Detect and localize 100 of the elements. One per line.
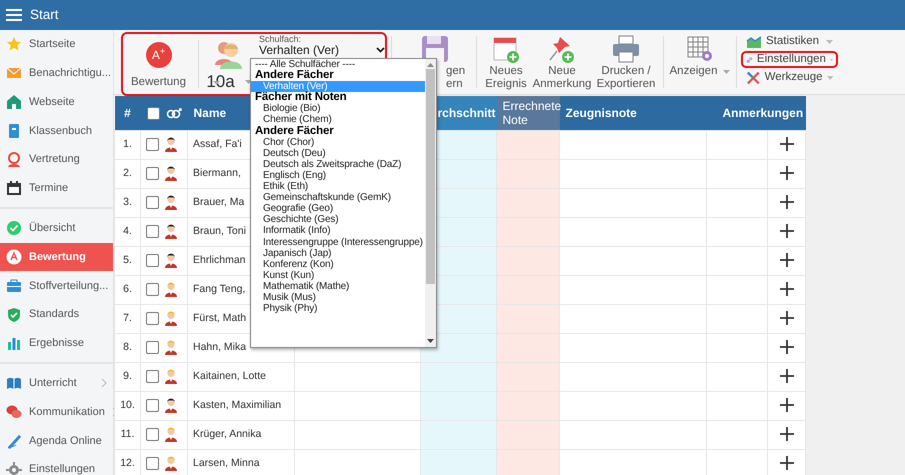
add-note-button[interactable] bbox=[780, 166, 794, 180]
add-note-button[interactable] bbox=[780, 224, 794, 238]
dropdown-option[interactable]: ---- Alle Schulfächer ---- bbox=[251, 59, 425, 70]
sidebar-item[interactable]: Übersicht bbox=[0, 214, 113, 243]
male-student-icon bbox=[165, 397, 177, 414]
people-icon bbox=[213, 39, 245, 69]
add-note-button[interactable] bbox=[780, 398, 794, 412]
row-number: 11. bbox=[114, 420, 140, 449]
female-student-icon bbox=[165, 281, 177, 298]
caret-down-icon bbox=[723, 70, 730, 74]
area-chart-icon bbox=[746, 34, 762, 50]
plus-icon bbox=[780, 136, 794, 151]
scrollbar-thumb[interactable] bbox=[426, 69, 435, 284]
printer-icon bbox=[612, 35, 640, 63]
person-icon bbox=[6, 152, 22, 168]
sidebar-item[interactable]: Unterricht bbox=[0, 368, 113, 398]
page-title: Start bbox=[30, 6, 59, 24]
row-checkbox[interactable] bbox=[146, 138, 159, 151]
add-note-button[interactable] bbox=[780, 310, 794, 325]
grid-icon bbox=[686, 35, 714, 63]
row-checkbox[interactable] bbox=[146, 456, 159, 470]
sidebar-item[interactable]: Klassenbuch bbox=[0, 116, 113, 146]
row-checkbox[interactable] bbox=[146, 340, 159, 354]
student-name: Krüger, Annika bbox=[188, 420, 294, 449]
plus-icon bbox=[780, 194, 794, 209]
add-note-button[interactable] bbox=[780, 136, 794, 151]
male-student-icon bbox=[165, 165, 177, 182]
plus-icon bbox=[780, 310, 794, 325]
row-number: 3. bbox=[114, 188, 140, 217]
side-menu-item[interactable]: Werkzeuge bbox=[741, 69, 838, 86]
grade-icon bbox=[6, 248, 22, 265]
sidebar-item[interactable]: Stoffverteilung... bbox=[0, 271, 113, 300]
student-name: Kaitainen, Lotte bbox=[188, 362, 294, 391]
bar-chart-icon bbox=[6, 335, 22, 352]
column-header: Errechnete Note bbox=[496, 96, 560, 130]
female-student-icon bbox=[165, 339, 177, 356]
star-icon bbox=[6, 36, 22, 52]
sidebar-item[interactable]: Webseite bbox=[0, 88, 113, 116]
pin-add-icon bbox=[548, 35, 576, 63]
caret-down-icon bbox=[826, 76, 833, 80]
row-number: 7. bbox=[114, 304, 140, 333]
side-menu-item[interactable]: Statistiken bbox=[741, 33, 838, 50]
add-note-button[interactable] bbox=[780, 426, 794, 441]
subject-select[interactable]: Verhalten (Ver) bbox=[259, 44, 385, 56]
row-checkbox[interactable] bbox=[146, 398, 159, 412]
plus-icon bbox=[780, 398, 794, 412]
row-checkbox[interactable] bbox=[146, 428, 159, 441]
toolbar-button[interactable]: Neues Ereignis bbox=[481, 30, 531, 94]
row-checkbox[interactable] bbox=[146, 254, 159, 267]
sidebar-item[interactable]: Benachrichtigu... bbox=[0, 58, 113, 88]
row-checkbox[interactable] bbox=[146, 282, 159, 296]
row-checkbox[interactable] bbox=[146, 224, 159, 238]
shield-icon bbox=[6, 306, 22, 323]
add-note-button[interactable] bbox=[780, 368, 794, 383]
caret-down-icon bbox=[826, 40, 833, 44]
add-note-button[interactable] bbox=[780, 282, 794, 296]
male-student-icon bbox=[165, 136, 177, 152]
book-icon bbox=[6, 122, 22, 139]
toolbar-button[interactable]: Drucken / Exportieren bbox=[593, 30, 659, 94]
gender-icon bbox=[166, 106, 182, 120]
column-header: # bbox=[114, 96, 140, 130]
plus-icon bbox=[780, 340, 794, 354]
add-note-button[interactable] bbox=[780, 252, 794, 267]
sidebar-item[interactable]: Standards bbox=[0, 300, 113, 329]
menu-icon[interactable] bbox=[6, 9, 22, 21]
tools-icon bbox=[746, 70, 761, 86]
add-note-button[interactable] bbox=[780, 340, 794, 354]
row-number: 8. bbox=[114, 333, 140, 362]
check-circle-icon bbox=[6, 220, 22, 236]
sidebar-item[interactable]: Startseite bbox=[0, 30, 113, 59]
house-icon bbox=[6, 94, 22, 110]
column-header: Zeugnisnote bbox=[560, 96, 706, 130]
sidebar-item[interactable]: Einstellungen bbox=[0, 455, 113, 475]
row-checkbox[interactable] bbox=[146, 312, 159, 325]
sidebar-item[interactable]: Termine bbox=[0, 174, 113, 203]
plus-icon bbox=[780, 368, 794, 383]
student-name: Kasten, Maximilian bbox=[188, 391, 294, 420]
calendar-add-icon bbox=[492, 35, 520, 63]
pen-icon bbox=[6, 432, 22, 449]
sidebar-item[interactable]: Bewertung bbox=[0, 242, 113, 272]
view-menu-button[interactable]: Anzeigen bbox=[668, 30, 732, 94]
row-checkbox[interactable] bbox=[146, 166, 159, 180]
row-number: 5. bbox=[114, 246, 140, 275]
row-number: 12. bbox=[114, 449, 140, 475]
row-checkbox[interactable] bbox=[146, 370, 159, 383]
select-all-checkbox[interactable] bbox=[146, 106, 160, 120]
briefcase-icon bbox=[6, 278, 22, 294]
toolbar-button[interactable]: Neue Anmerkung bbox=[531, 30, 593, 94]
side-menu-item[interactable]: Einstellungen bbox=[741, 51, 838, 68]
add-note-button[interactable] bbox=[780, 194, 794, 209]
female-student-icon bbox=[165, 455, 177, 472]
add-note-button[interactable] bbox=[780, 456, 794, 470]
row-checkbox[interactable] bbox=[146, 196, 159, 209]
sidebar-item[interactable]: Ergebnisse bbox=[0, 328, 113, 358]
plus-icon bbox=[780, 224, 794, 238]
plus-icon bbox=[780, 282, 794, 296]
caret-down-icon bbox=[213, 81, 220, 85]
row-number: 6. bbox=[114, 275, 140, 304]
sidebar-item[interactable]: Vertretung bbox=[0, 145, 113, 174]
sidebar-item[interactable]: Agenda Online bbox=[0, 426, 113, 456]
